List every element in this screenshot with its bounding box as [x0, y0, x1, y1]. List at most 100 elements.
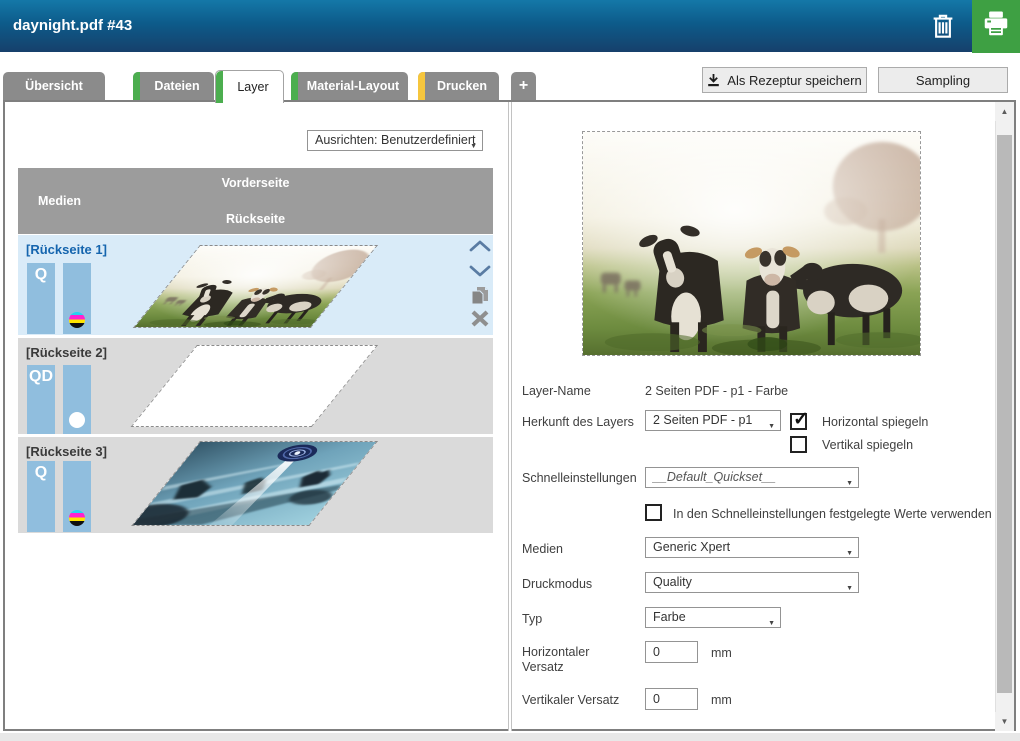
tab-dateien[interactable]: Dateien	[133, 72, 214, 100]
tab-drucken[interactable]: Drucken	[418, 72, 499, 100]
tab-add[interactable]: +	[511, 72, 536, 100]
save-as-recipe-label: Als Rezeptur speichern	[727, 73, 861, 88]
trash-icon	[928, 28, 958, 45]
quality-badge: QD	[27, 368, 55, 386]
vertical-offset-input[interactable]	[645, 688, 698, 710]
chevron-down-icon: ▼	[846, 544, 853, 558]
type-value: Farbe	[653, 610, 686, 624]
duplicate-layer-button[interactable]	[467, 288, 491, 308]
print-mode-dropdown[interactable]: Quality ▼	[645, 572, 859, 593]
layer-name-value: 2 Seiten PDF - p1 - Farbe	[645, 384, 788, 398]
download-icon	[707, 73, 720, 87]
tab-status-stripe	[216, 71, 223, 103]
delete-layer-button[interactable]	[469, 312, 491, 330]
horizontal-offset-input[interactable]	[645, 641, 698, 663]
horizontal-offset-unit: mm	[711, 646, 732, 660]
layer-origin-label: Herkunft des Layers	[522, 415, 634, 430]
cmyk-ink-icon	[69, 312, 85, 328]
quality-badge-bar: Q	[27, 461, 55, 532]
tab-status-stripe	[418, 72, 425, 100]
chevron-down-icon: ▼	[768, 417, 775, 431]
tab-label: Material-Layout	[307, 79, 399, 93]
sampling-label: Sampling	[916, 73, 970, 88]
title-bar	[0, 0, 1020, 52]
chevron-down-icon: ▼	[768, 614, 775, 628]
tab-status-stripe	[133, 72, 140, 100]
align-dropdown-value: Ausrichten: Benutzerdefiniert	[315, 133, 476, 147]
quickset-value: __Default_Quickset__	[653, 470, 776, 484]
ink-badge-bar	[63, 461, 91, 532]
type-dropdown[interactable]: Farbe ▼	[645, 607, 781, 628]
quickset-dropdown[interactable]: __Default_Quickset__ ▼	[645, 467, 859, 488]
column-back: Rückseite	[18, 212, 493, 226]
save-as-recipe-button[interactable]: Als Rezeptur speichern	[702, 67, 867, 93]
chevron-down-icon: ▼	[846, 474, 853, 488]
layer-list-header: Medien Vorderseite Rückseite	[18, 168, 493, 234]
check-icon: ✓	[793, 408, 809, 431]
mirror-vertical-checkbox[interactable]	[790, 436, 807, 453]
window-title: daynight.pdf #43	[13, 0, 132, 52]
layer-row-label: [Rückseite 3]	[26, 444, 107, 459]
quality-badge: Q	[27, 266, 55, 284]
print-button[interactable]	[972, 0, 1020, 53]
ink-badge-bar	[63, 263, 91, 334]
media-label: Medien	[522, 542, 563, 557]
scroll-up-button[interactable]: ▲	[995, 102, 1014, 121]
delete-job-button[interactable]	[928, 11, 958, 41]
horizontal-offset-label: Horizontaler Versatz	[522, 645, 622, 675]
mirror-horizontal-checkbox[interactable]: ✓	[790, 413, 807, 430]
vertical-offset-label: Vertikaler Versatz	[522, 693, 632, 708]
tab-uebersicht[interactable]: Übersicht	[3, 72, 105, 100]
tab-label: Dateien	[154, 79, 199, 93]
quickset-label: Schnelleinstellungen	[522, 471, 637, 486]
align-dropdown[interactable]: Ausrichten: Benutzerdefiniert ▼	[307, 130, 483, 151]
layer-origin-value: 2 Seiten PDF - p1	[653, 413, 752, 427]
quality-badge: Q	[27, 464, 55, 482]
use-quickset-values-label: In den Schnelleinstellungen festgelegte …	[673, 507, 992, 521]
scroll-down-icon: ▼	[1001, 717, 1009, 726]
scrollbar-thumb[interactable]	[997, 135, 1012, 693]
duplicate-icon	[469, 286, 490, 310]
layer-row-label: [Rückseite 2]	[26, 345, 107, 360]
chevron-up-icon	[469, 239, 491, 258]
footer-strip	[0, 733, 1020, 741]
printer-icon	[981, 10, 1011, 43]
plus-icon: +	[519, 77, 528, 95]
tab-status-stripe	[291, 72, 298, 100]
move-layer-up-button[interactable]	[468, 240, 492, 256]
chevron-down-icon: ▼	[846, 579, 853, 593]
print-mode-label: Druckmodus	[522, 577, 592, 592]
panel-splitter[interactable]	[508, 102, 512, 731]
sampling-button[interactable]: Sampling	[878, 67, 1008, 93]
layer-row-label: [Rückseite 1]	[26, 242, 107, 257]
scroll-up-icon: ▲	[1001, 107, 1009, 116]
column-media: Medien	[38, 194, 81, 208]
white-ink-icon	[69, 412, 85, 428]
tab-label: Drucken	[437, 79, 487, 93]
media-value: Generic Xpert	[653, 540, 730, 554]
layer-preview-image	[582, 131, 921, 356]
close-x-icon	[471, 310, 489, 332]
tab-label: Übersicht	[25, 79, 83, 93]
mirror-vertical-label: Vertikal spiegeln	[822, 438, 913, 452]
layer-origin-dropdown[interactable]: 2 Seiten PDF - p1 ▼	[645, 410, 781, 431]
use-quickset-values-checkbox[interactable]	[645, 504, 662, 521]
print-mode-value: Quality	[653, 575, 692, 589]
media-dropdown[interactable]: Generic Xpert ▼	[645, 537, 859, 558]
chevron-down-icon	[469, 264, 491, 283]
move-layer-down-button[interactable]	[468, 265, 492, 281]
tab-label: Layer	[237, 80, 268, 94]
quality-badge-bar: QD	[27, 365, 55, 434]
tab-material-layout[interactable]: Material-Layout	[291, 72, 408, 100]
scroll-down-button[interactable]: ▼	[995, 712, 1014, 731]
ink-badge-bar	[63, 365, 91, 434]
chevron-down-icon: ▼	[470, 137, 477, 151]
layer-name-label: Layer-Name	[522, 384, 591, 399]
type-label: Typ	[522, 612, 542, 627]
vertical-offset-unit: mm	[711, 693, 732, 707]
cmyk-ink-icon	[69, 510, 85, 526]
quality-badge-bar: Q	[27, 263, 55, 334]
tab-layer[interactable]: Layer	[215, 70, 284, 103]
mirror-horizontal-label: Horizontal spiegeln	[822, 415, 928, 429]
column-front: Vorderseite	[18, 176, 493, 190]
